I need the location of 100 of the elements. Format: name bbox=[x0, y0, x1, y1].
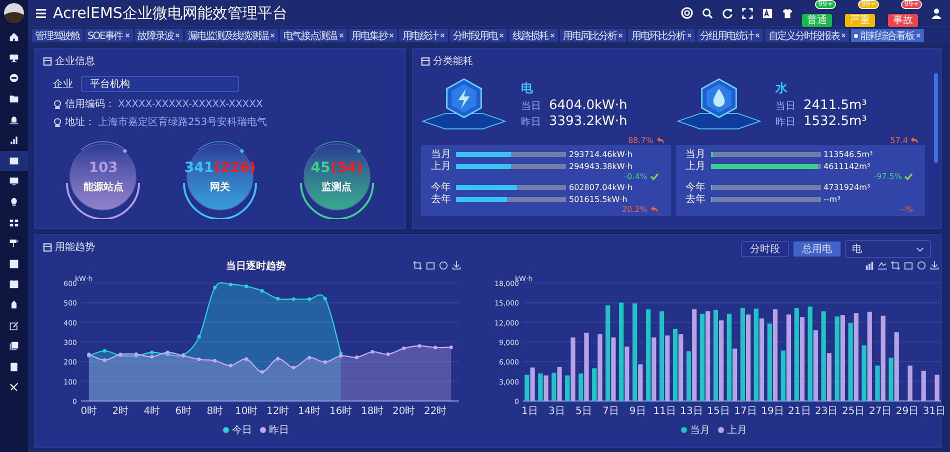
value-label: 当日 bbox=[521, 100, 541, 112]
point bbox=[197, 358, 201, 362]
download-icon[interactable] bbox=[452, 261, 461, 270]
point bbox=[260, 370, 264, 374]
menu-icon[interactable] bbox=[36, 8, 46, 18]
tick-label: 13日 bbox=[680, 406, 703, 417]
point bbox=[244, 284, 248, 288]
close-icon[interactable] bbox=[686, 33, 692, 38]
folder-icon bbox=[9, 94, 19, 104]
legend-item[interactable]: 昨日 bbox=[260, 423, 289, 437]
category-name: 水 bbox=[776, 80, 788, 96]
shirt-icon[interactable] bbox=[782, 8, 793, 18]
close-icon[interactable] bbox=[499, 33, 504, 38]
translate-icon[interactable] bbox=[762, 8, 773, 18]
check-icon bbox=[904, 173, 913, 180]
tick-label: 14时 bbox=[298, 406, 321, 417]
tab[interactable]: 能耗综合看板 bbox=[851, 29, 924, 42]
close-icon[interactable] bbox=[338, 33, 344, 38]
screen-icon bbox=[9, 176, 19, 186]
mode-button[interactable]: 总用电 bbox=[793, 241, 841, 257]
legend-item[interactable]: 当月 bbox=[681, 423, 710, 437]
line-chart-icon[interactable] bbox=[878, 261, 887, 270]
tab[interactable]: SOE事件 bbox=[84, 29, 133, 42]
refresh-icon[interactable] bbox=[917, 261, 926, 270]
badge-icon bbox=[53, 100, 62, 108]
tick-label: 25日 bbox=[842, 406, 865, 417]
value-reading: 1532.5m³ bbox=[804, 114, 867, 128]
tick-label: 8时 bbox=[206, 406, 224, 417]
refresh-icon[interactable] bbox=[439, 261, 448, 270]
location-icon bbox=[53, 118, 62, 126]
point bbox=[102, 358, 106, 362]
stat-label: 网关 bbox=[210, 180, 230, 194]
value-label: 当日 bbox=[776, 100, 796, 112]
close-icon[interactable] bbox=[618, 33, 624, 38]
legend-item[interactable]: 今日 bbox=[223, 423, 252, 437]
close-icon[interactable] bbox=[550, 33, 556, 38]
undo-icon[interactable] bbox=[426, 261, 435, 270]
close-icon[interactable] bbox=[440, 33, 445, 38]
close-icon[interactable] bbox=[270, 33, 276, 38]
tab[interactable]: 自定义分时段报表 bbox=[765, 29, 850, 42]
point bbox=[370, 350, 374, 354]
change-percent: 20.2% bbox=[622, 205, 648, 214]
grid-icon bbox=[9, 218, 19, 228]
chart-title: 当日逐时趋势 bbox=[226, 260, 286, 273]
legend-item[interactable]: 上月 bbox=[718, 423, 747, 437]
enterprise-field[interactable]: 平台机构 bbox=[81, 76, 239, 92]
fullscreen-icon[interactable] bbox=[742, 8, 753, 18]
sidebar-item[interactable] bbox=[0, 150, 28, 172]
zoom-icon[interactable] bbox=[891, 261, 900, 270]
tab[interactable]: 电气接点测温 bbox=[280, 29, 347, 42]
tab[interactable]: 分组用电统计 bbox=[696, 29, 764, 42]
period-value: 293714.46kW·h bbox=[569, 150, 632, 158]
tick-label: 0时 bbox=[80, 406, 98, 417]
period-value: --m³ bbox=[824, 194, 840, 204]
return-arrow-icon bbox=[910, 136, 919, 144]
tab[interactable]: 故障录波 bbox=[134, 29, 184, 42]
avatar[interactable] bbox=[4, 3, 24, 23]
value-reading: 6404.0kW·h bbox=[549, 98, 628, 112]
close-icon[interactable] bbox=[389, 33, 394, 38]
download-icon[interactable] bbox=[930, 261, 939, 270]
point bbox=[308, 297, 312, 301]
point bbox=[292, 297, 296, 301]
search-icon[interactable] bbox=[702, 8, 713, 18]
tick-label: 6时 bbox=[175, 406, 192, 417]
close-icon[interactable] bbox=[124, 33, 130, 38]
tab[interactable]: 分时段用电 bbox=[450, 29, 508, 42]
alarm-button[interactable]: 事故 bbox=[888, 14, 918, 26]
tab[interactable]: 用电集抄 bbox=[348, 29, 398, 42]
tab[interactable]: 用电同比分析 bbox=[560, 29, 626, 42]
bar-chart-icon[interactable] bbox=[865, 261, 874, 270]
close-icon[interactable] bbox=[755, 33, 760, 38]
change-percent: 57.4 bbox=[890, 136, 908, 144]
point bbox=[434, 346, 438, 350]
tab[interactable]: 漏电监测及线缆测温 bbox=[185, 29, 278, 42]
close-icon[interactable] bbox=[841, 33, 846, 38]
tab[interactable]: 线路损耗 bbox=[509, 29, 558, 42]
tick-label: 22时 bbox=[424, 406, 447, 417]
point bbox=[339, 354, 343, 358]
change-percent: -0.4% bbox=[624, 172, 648, 181]
mode-button[interactable]: 分时段 bbox=[741, 241, 789, 257]
alarm-light-icon bbox=[9, 114, 19, 125]
field-label: 企业 bbox=[53, 78, 73, 91]
tab[interactable]: 管理驾驶舱 bbox=[32, 29, 83, 42]
user-icon[interactable] bbox=[931, 8, 942, 18]
tab[interactable]: 用电环比分析 bbox=[628, 29, 695, 42]
close-icon[interactable] bbox=[175, 33, 180, 38]
scrollbar[interactable] bbox=[934, 73, 938, 163]
projector-icon bbox=[9, 238, 19, 248]
zoom-icon[interactable] bbox=[413, 261, 422, 270]
point bbox=[150, 350, 154, 354]
tick-label: 18时 bbox=[361, 406, 384, 417]
tab[interactable]: 用电统计 bbox=[399, 29, 448, 42]
copy-icon bbox=[9, 341, 19, 352]
calendar-icon bbox=[9, 279, 19, 290]
tick-label: 19日 bbox=[761, 406, 784, 417]
panel-title: 企业信息 bbox=[55, 54, 95, 68]
undo-icon[interactable] bbox=[904, 261, 913, 270]
close-icon[interactable] bbox=[916, 33, 921, 38]
energy-select[interactable]: 电 bbox=[845, 240, 931, 258]
stat-label: 能源站点 bbox=[83, 180, 124, 194]
